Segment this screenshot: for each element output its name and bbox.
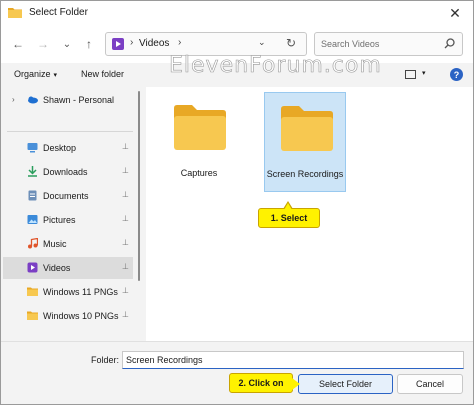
up-button[interactable]: ↑ <box>80 35 98 53</box>
callout-step-1: 1. Select <box>258 201 320 228</box>
music-icon <box>28 238 38 249</box>
cancel-button[interactable]: Cancel <box>397 374 463 394</box>
sidebar-divider <box>7 131 133 132</box>
pin-icon: ⊥ <box>122 214 129 223</box>
sidebar-item-label: Documents <box>43 191 89 201</box>
folder-app-icon <box>8 8 22 18</box>
view-options-icon[interactable] <box>405 70 416 79</box>
help-icon[interactable]: ? <box>450 68 463 81</box>
desktop-icon <box>27 143 38 153</box>
select-folder-button[interactable]: Select Folder <box>298 374 393 394</box>
forward-arrow-icon: → <box>37 37 49 51</box>
pin-icon: ⊥ <box>122 262 129 271</box>
watermark: ElevenForum.com <box>169 53 382 79</box>
window-title: Select Folder <box>29 7 88 18</box>
pin-icon: ⊥ <box>122 190 129 199</box>
close-button[interactable]: ✕ <box>437 1 473 25</box>
select-folder-dialog: Select Folder ✕ ← → ⌄ ↑ › Videos › ⌄ ↻ S… <box>0 0 474 405</box>
sidebar-item-label: Music <box>43 239 67 249</box>
folder-icon <box>27 311 38 320</box>
videos-library-icon <box>112 38 124 50</box>
title-bar: Select Folder ✕ <box>1 1 473 25</box>
pin-icon: ⊥ <box>122 166 129 175</box>
sidebar-item-desktop[interactable]: Desktop ⊥ <box>3 137 133 159</box>
folder-tile-captures[interactable]: Captures <box>158 92 240 192</box>
folder-icon <box>174 105 226 150</box>
sidebar-item-label: Windows 10 PNGs <box>43 311 119 321</box>
sidebar-scrollbar[interactable] <box>138 91 140 281</box>
breadcrumb-separator: › <box>130 37 134 48</box>
sidebar-item-documents[interactable]: Documents ⊥ <box>3 185 133 207</box>
breadcrumb-videos[interactable]: Videos <box>139 38 169 49</box>
sidebar-item-onedrive[interactable]: › Shawn - Personal <box>3 89 133 111</box>
folder-icon <box>281 106 333 151</box>
sidebar-item-label: Downloads <box>43 167 88 177</box>
documents-icon <box>28 190 37 201</box>
sidebar-item-downloads[interactable]: Downloads ⊥ <box>3 161 133 183</box>
sidebar-item-label: Videos <box>43 263 71 273</box>
folder-name: Screen Recordings <box>266 169 344 179</box>
close-icon: ✕ <box>449 4 461 21</box>
pin-icon: ⊥ <box>122 310 129 319</box>
navigation-pane: › Shawn - Personal Desktop ⊥ Downloads ⊥… <box>1 87 141 341</box>
new-folder-button[interactable]: New folder <box>81 69 124 79</box>
videos-icon <box>27 262 38 273</box>
folder-tile-screen-recordings[interactable]: Screen Recordings <box>264 92 346 192</box>
view-dropdown-icon[interactable]: ▾ <box>422 69 426 77</box>
chevron-down-icon: ⌄ <box>62 38 72 50</box>
sidebar-item-windows-10-pngs[interactable]: Windows 10 PNGs ⊥ <box>3 305 133 327</box>
sidebar-item-windows-11-pngs[interactable]: Windows 11 PNGs ⊥ <box>3 281 133 303</box>
up-arrow-icon: ↑ <box>86 37 92 51</box>
search-placeholder: Search Videos <box>321 39 380 49</box>
expand-chevron-icon[interactable]: › <box>12 95 15 104</box>
pin-icon: ⊥ <box>122 238 129 247</box>
sidebar-item-label: Pictures <box>43 215 76 225</box>
address-dropdown-icon[interactable]: ⌄ <box>258 37 266 48</box>
refresh-icon[interactable]: ↻ <box>286 36 296 50</box>
caret-down-icon: ▾ <box>53 72 58 79</box>
sidebar-item-label: Shawn - Personal <box>43 95 115 105</box>
folder-icon <box>27 287 38 296</box>
folder-name-field[interactable] <box>122 351 464 369</box>
sidebar-item-label: Desktop <box>43 143 77 153</box>
search-icon <box>444 38 455 49</box>
pin-icon: ⊥ <box>122 286 129 295</box>
folder-name: Captures <box>180 168 218 178</box>
onedrive-cloud-icon <box>28 96 38 104</box>
sidebar-item-pictures[interactable]: Pictures ⊥ <box>3 209 133 231</box>
sidebar-item-label: Windows 11 PNGs <box>43 287 118 297</box>
forward-button[interactable]: → <box>34 35 52 53</box>
organize-label: Organize <box>14 69 51 79</box>
breadcrumb-separator-icon[interactable]: › <box>178 37 181 48</box>
back-button[interactable]: ← <box>9 35 27 53</box>
sidebar-item-videos[interactable]: Videos ⊥ <box>3 257 133 279</box>
folder-field-label: Folder: <box>91 355 120 365</box>
back-arrow-icon: ← <box>12 37 24 51</box>
download-icon <box>28 166 37 177</box>
pictures-icon <box>27 215 38 224</box>
callout-step-2: 2. Click on <box>229 373 300 393</box>
pin-icon: ⊥ <box>122 142 129 151</box>
recent-locations-button[interactable]: ⌄ <box>58 35 76 53</box>
sidebar-item-music[interactable]: Music ⊥ <box>3 233 133 255</box>
organize-button[interactable]: Organize ▾ <box>14 69 57 79</box>
